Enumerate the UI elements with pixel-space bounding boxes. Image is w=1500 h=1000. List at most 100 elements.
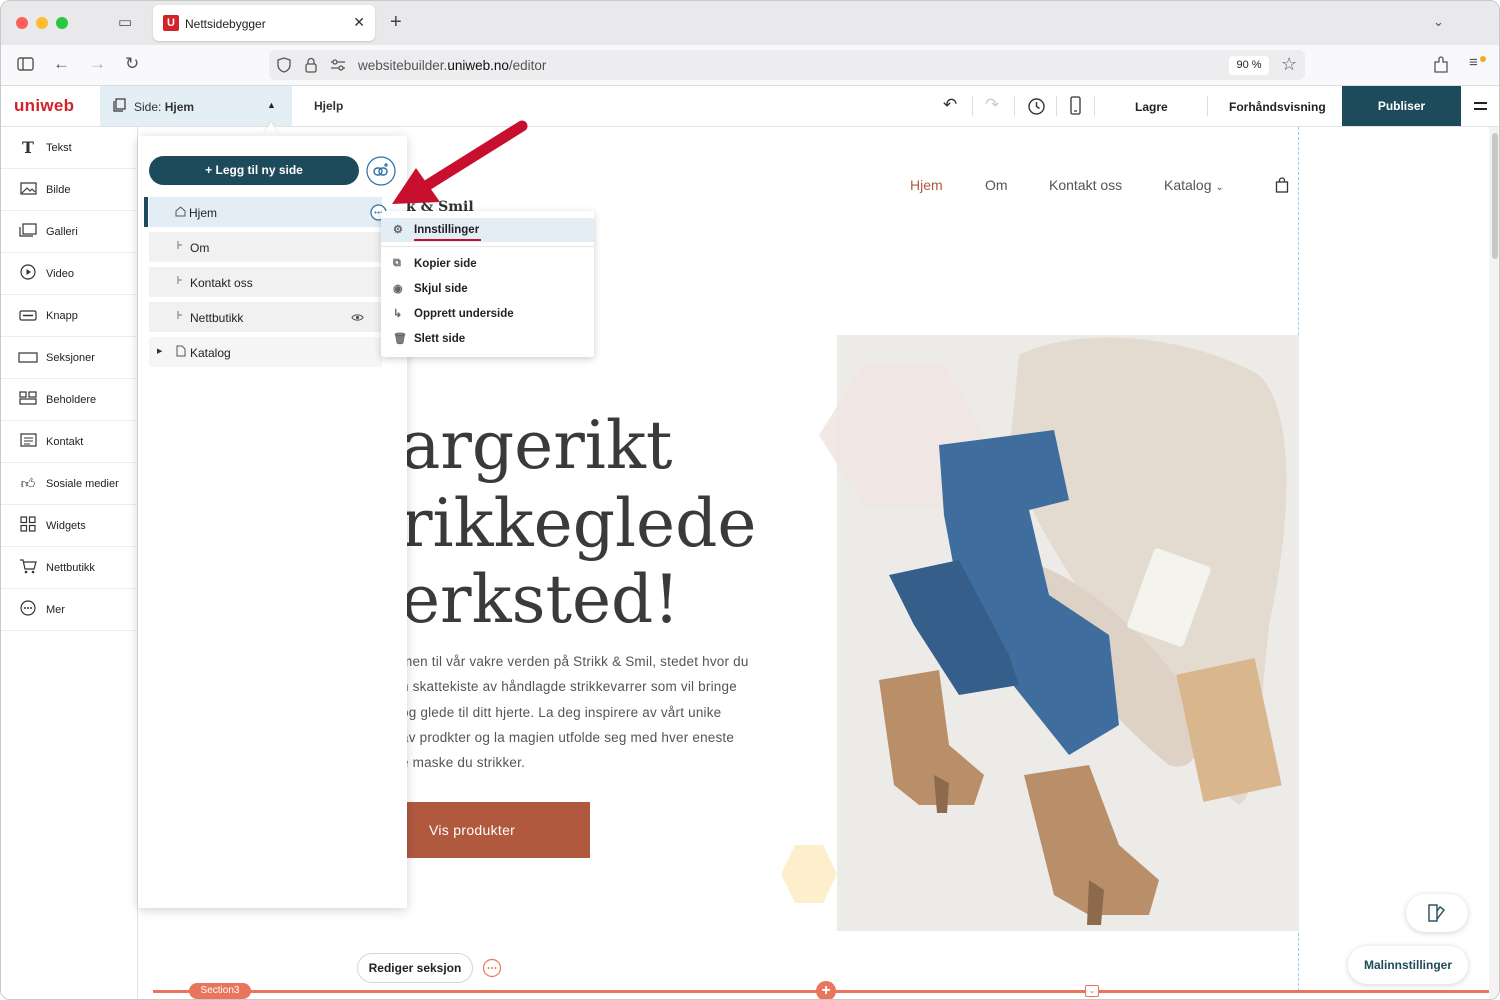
menu-item-hide-page[interactable]: ◉ Skjul side (381, 277, 594, 301)
sidebar-item-shop[interactable]: Nettbutikk (1, 547, 137, 589)
sidebar-item-widgets[interactable]: Widgets (1, 505, 137, 547)
mobile-view-icon[interactable] (1070, 96, 1081, 115)
zoom-window-button[interactable] (56, 17, 68, 29)
browser-tab[interactable]: U Nettsidebygger ✕ (153, 5, 375, 41)
page-selector-value: Hjem (164, 100, 195, 114)
sidebar-item-label: Sosiale medier (46, 477, 119, 490)
sidebar-item-image[interactable]: Bilde (1, 169, 137, 211)
edit-section-button[interactable]: Rediger seksjon (357, 953, 473, 983)
divider (1094, 96, 1095, 116)
caret-right-icon[interactable]: ▶ (157, 347, 162, 355)
site-nav-contact[interactable]: Kontakt oss (1049, 177, 1122, 193)
menu-item-delete-page[interactable]: 🗑︎ Slett side (381, 327, 594, 351)
menu-item-label: Skjul side (414, 283, 468, 295)
menu-item-settings[interactable]: ⚙ Innstillinger (381, 218, 594, 242)
preview-button[interactable]: Forhåndsvisning (1229, 100, 1326, 114)
page-row-about[interactable]: Om (149, 232, 382, 262)
undo-icon[interactable]: ↶ (943, 96, 957, 114)
sidebar-item-label: Knapp (46, 309, 78, 322)
section-collapse-icon[interactable]: ⌄ (1085, 985, 1099, 997)
sections-icon (18, 350, 38, 366)
eye-icon[interactable] (351, 313, 364, 322)
permissions-icon (331, 59, 345, 71)
publish-button[interactable]: Publiser (1342, 86, 1461, 126)
shopping-bag-icon[interactable] (1275, 177, 1289, 193)
page-icon (113, 98, 126, 112)
template-settings-button[interactable]: Malinnstillinger (1348, 946, 1468, 984)
help-link[interactable]: Hjelp (314, 99, 343, 113)
add-section-icon[interactable]: + (816, 981, 836, 999)
home-icon (175, 206, 186, 217)
sidebar-item-containers[interactable]: Beholdere (1, 379, 137, 421)
site-nav-about[interactable]: Om (985, 177, 1008, 193)
hero-headline-line[interactable]: argerikt (401, 407, 672, 484)
eye-icon: ◉ (393, 283, 403, 295)
page-row-home[interactable]: Hjem (144, 197, 387, 227)
page-row-catalog[interactable]: ▶ Katalog (149, 337, 382, 367)
redo-icon[interactable]: ↷ (985, 96, 999, 114)
close-window-button[interactable] (16, 17, 28, 29)
hamburger-icon[interactable] (1473, 100, 1488, 112)
page-row-label: Katalog (190, 346, 231, 360)
close-tab-icon[interactable]: ✕ (353, 14, 365, 31)
sidebar-item-more[interactable]: Mer (1, 589, 137, 631)
sidebar-item-text[interactable]: T Tekst (1, 127, 137, 169)
lock-icon (305, 57, 317, 73)
uniweb-logo[interactable]: uniweb (14, 96, 74, 116)
sidebar-item-social[interactable]: 👍︎ Sosiale medier (1, 463, 137, 505)
history-icon[interactable] (1027, 97, 1046, 116)
page-row-contact[interactable]: Kontakt oss (149, 267, 382, 297)
sidebar-item-video[interactable]: Video (1, 253, 137, 295)
hero-image[interactable] (819, 335, 1299, 931)
save-button[interactable]: Lagre (1135, 100, 1168, 114)
view-products-button[interactable]: Vis produkter (407, 802, 590, 858)
divider (1207, 96, 1208, 116)
tab-overview-icon[interactable]: ▭ (118, 14, 132, 32)
extensions-icon[interactable] (1433, 56, 1449, 74)
hero-body-line: og glede til ditt hjerte. La deg inspire… (401, 704, 722, 720)
hero-headline-line[interactable]: erksted! (401, 561, 680, 638)
sidebar-item-sections[interactable]: Seksjoner (1, 337, 137, 379)
reload-icon[interactable]: ↻ (125, 55, 139, 73)
back-icon[interactable]: ← (53, 55, 70, 73)
notification-dot (1480, 56, 1486, 62)
url-host-prefix: websitebuilder. (358, 58, 448, 73)
menu-item-label: Slett side (414, 333, 466, 345)
sidebar-toggle-icon[interactable] (17, 57, 34, 71)
chevron-down-icon[interactable]: ⌄ (1433, 13, 1444, 31)
forward-icon[interactable]: → (89, 55, 106, 73)
star-icon[interactable]: ☆ (1281, 55, 1297, 73)
hero-headline-line[interactable]: rikkeglede (401, 485, 756, 562)
minimize-window-button[interactable] (36, 17, 48, 29)
contact-icon (18, 433, 38, 450)
containers-icon (18, 391, 38, 408)
hero-body-line: men til vår vakre verden på Strikk & Smi… (401, 654, 749, 669)
sidebar-item-label: Widgets (46, 519, 86, 532)
new-tab-icon[interactable]: + (390, 12, 402, 32)
menu-icon[interactable]: ≡ (1469, 54, 1478, 72)
design-tool-button[interactable] (1406, 894, 1468, 932)
section-options-icon[interactable] (482, 958, 502, 978)
site-nav-home[interactable]: Hjem (910, 177, 943, 193)
zoom-level[interactable]: 90 % (1229, 56, 1269, 75)
sidebar-item-label: Mer (46, 603, 65, 616)
site-nav-catalog[interactable]: Katalog ⌄ (1164, 177, 1224, 193)
scrollbar-thumb[interactable] (1492, 133, 1498, 259)
sidebar-item-contact[interactable]: Kontakt (1, 421, 137, 463)
sidebar-item-gallery[interactable]: Galleri (1, 211, 137, 253)
divider (1014, 96, 1015, 116)
page-row-shop[interactable]: Nettbutikk (149, 302, 382, 332)
page-selector[interactable]: Side: Hjem ▲ (100, 86, 292, 126)
section-tag[interactable]: Section3 (189, 983, 251, 999)
sidebar-item-button[interactable]: Knapp (1, 295, 137, 337)
browser-tab-bar: ▭ U Nettsidebygger ✕ + ⌄ (1, 1, 1499, 45)
hero-body-text[interactable]: men til vår vakre verden på Strikk & Smi… (401, 649, 781, 775)
add-page-button[interactable]: + Legg til ny side (149, 156, 359, 185)
menu-item-create-subpage[interactable]: ↳ Opprett underside (381, 302, 594, 326)
canvas-scrollbar[interactable] (1489, 127, 1499, 999)
sidebar-item-label: Galleri (46, 225, 78, 238)
address-bar[interactable]: websitebuilder.uniweb.no/editor 90 % ☆ (269, 50, 1305, 80)
browser-window: ▭ U Nettsidebygger ✕ + ⌄ ← → ↻ websitebu… (0, 0, 1500, 1000)
menu-item-copy-page[interactable]: ⧉ Kopier side (381, 252, 594, 276)
divider (1056, 96, 1057, 116)
